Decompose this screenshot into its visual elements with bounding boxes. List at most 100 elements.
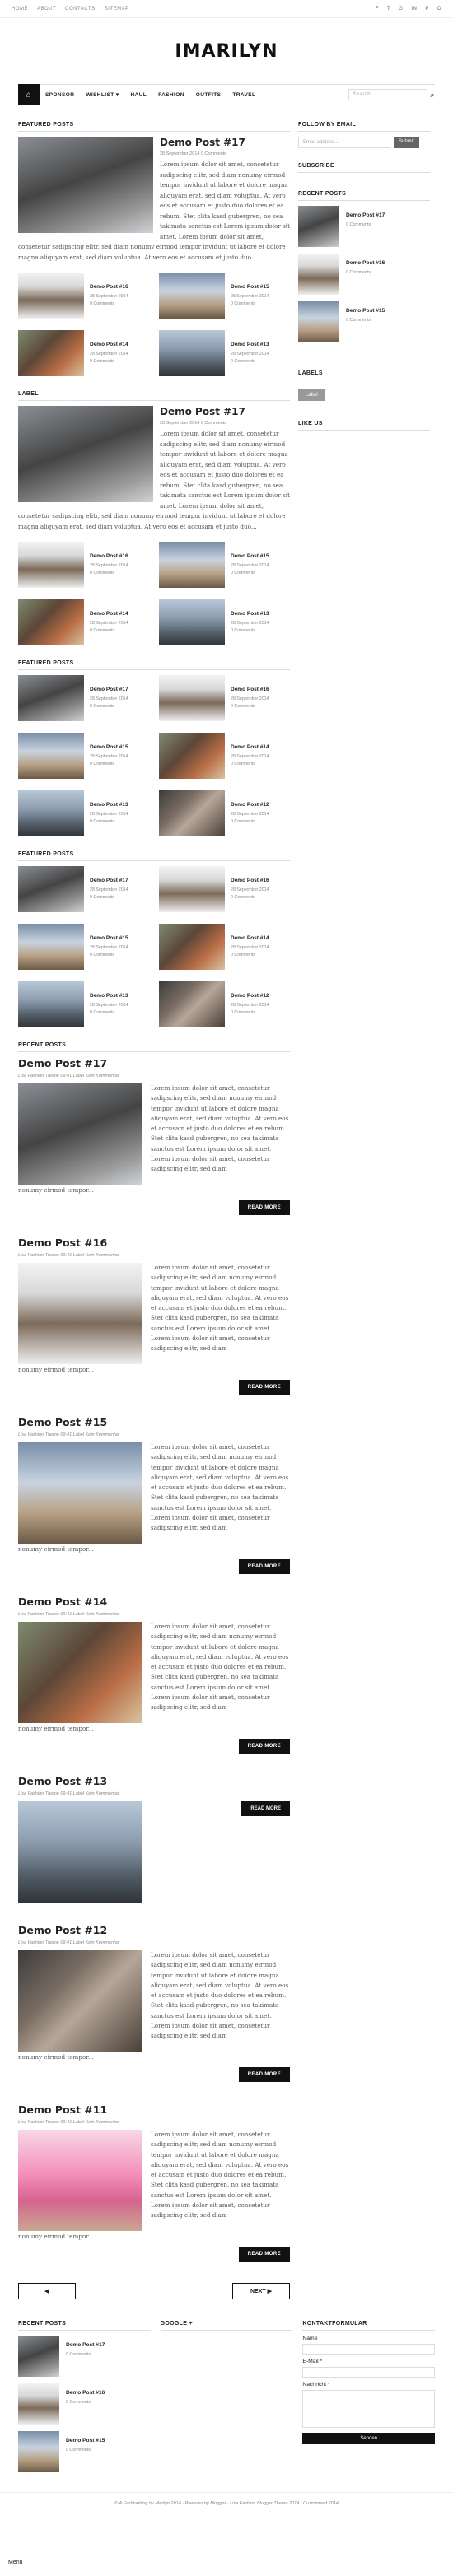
list-item[interactable]: Demo Post #17 0 Comments [298,206,430,247]
thumbnail[interactable] [159,273,225,319]
post-title[interactable]: Demo Post #16 [18,1237,290,1249]
search-input[interactable]: Search [348,89,427,100]
post-title[interactable]: Demo Post #16 [66,2390,105,2396]
search-icon[interactable]: ⌕ [431,91,435,100]
grid-item[interactable]: Demo Post #15 28 September 2014 0 Comments [159,273,290,319]
thumbnail[interactable] [159,542,225,588]
featured-image[interactable] [18,137,153,233]
post-title[interactable]: Demo Post #17 [90,687,128,692]
message-field[interactable] [302,2390,436,2428]
email-field[interactable] [302,2367,436,2378]
post-image[interactable] [18,1801,142,1903]
post-title[interactable]: Demo Post #16 [346,260,385,266]
grid-item[interactable]: Demo Post #12 28 September 2014 0 Comments [159,790,290,836]
prev-page-button[interactable]: ◀ [18,2283,76,2299]
grid-item[interactable]: Demo Post #13 28 September 2014 0 Comments [159,330,290,376]
post-title[interactable]: Demo Post #13 [90,993,128,999]
nav-item-fashion[interactable]: Fashion [152,92,190,98]
thumbnail[interactable] [18,981,84,1027]
post-title[interactable]: Demo Post #13 [18,1775,290,1787]
read-more-button[interactable]: READ MORE [238,1380,290,1395]
list-item[interactable]: Demo Post #15 0 Comments [18,2431,151,2472]
nav-item-haul[interactable]: Haul [124,92,152,98]
site-title[interactable]: IMARILYN [0,18,453,84]
read-more-button[interactable]: READ MORE [238,1200,290,1215]
list-item[interactable]: Demo Post #15 0 Comments [298,301,430,342]
post-image[interactable] [18,1083,142,1185]
nav-item-outfits[interactable]: Outfits [190,92,227,98]
submit-button[interactable]: Submit [394,137,419,148]
nav-item-sponsor[interactable]: Sponsor [40,92,80,98]
post-title[interactable]: Demo Post #17 [66,2342,105,2348]
twitter-icon[interactable]: t [387,7,390,12]
grid-item[interactable]: Demo Post #13 28 September 2014 0 Comments [18,790,149,836]
read-more-button[interactable]: READ MORE [238,2067,290,2082]
thumbnail[interactable] [18,599,84,645]
thumbnail[interactable] [18,675,84,721]
home-icon[interactable]: ⌂ [18,84,40,105]
post-title[interactable]: Demo Post #15 [231,553,269,559]
thumbnail[interactable] [159,790,225,836]
post-title[interactable]: Demo Post #13 [90,802,128,808]
post-title[interactable]: Demo Post #17 [90,878,128,883]
post-title[interactable]: Demo Post #11 [18,2103,290,2116]
grid-item[interactable]: Demo Post #16 28 September 2014 0 Comments [159,675,290,721]
post-title[interactable]: Demo Post #15 [90,935,128,941]
nav-item-travel[interactable]: Travel [226,92,261,98]
post-title[interactable]: Demo Post #14 [231,935,269,941]
post-title[interactable]: Demo Post #17 [18,1057,290,1069]
read-more-button[interactable]: READ MORE [238,2247,290,2262]
thumbnail[interactable] [18,733,84,779]
grid-item[interactable]: Demo Post #14 28 September 2014 0 Comments [18,330,149,376]
post-title[interactable]: Demo Post #17 [346,212,385,218]
email-field[interactable]: Email address... [298,137,390,148]
grid-item[interactable]: Demo Post #13 28 September 2014 0 Comments [159,599,290,645]
grid-item[interactable]: Demo Post #14 28 September 2014 0 Comments [18,599,149,645]
top-link-home[interactable]: Home [12,7,28,12]
other-social-icon[interactable]: o [437,7,441,12]
post-title[interactable]: Demo Post #15 [18,1416,290,1428]
thumbnail[interactable] [18,2336,59,2377]
facebook-icon[interactable]: f [376,7,379,12]
grid-item[interactable]: Demo Post #16 28 September 2014 0 Comments [18,273,149,319]
pinterest-icon[interactable]: p [425,7,429,12]
post-title[interactable]: Demo Post #12 [231,802,269,808]
thumbnail[interactable] [159,866,225,912]
list-item[interactable]: Demo Post #16 0 Comments [18,2383,151,2425]
post-title[interactable]: Demo Post #16 [90,284,128,290]
featured-image[interactable] [18,406,153,502]
thumbnail[interactable] [18,2431,59,2472]
thumbnail[interactable] [18,330,84,376]
thumbnail[interactable] [18,273,84,319]
thumbnail[interactable] [298,254,339,295]
nav-item-wishlist[interactable]: Wishlist ▾ [80,91,124,98]
thumbnail[interactable] [298,206,339,247]
post-title[interactable]: Demo Post #15 [90,744,128,750]
post-title[interactable]: Demo Post #12 [231,993,269,999]
list-item[interactable]: Demo Post #16 0 Comments [298,254,430,295]
label-tag[interactable]: Label [298,389,325,401]
grid-item[interactable]: Demo Post #13 28 September 2014 0 Comments [18,981,149,1027]
send-button[interactable]: Senden [302,2433,436,2444]
post-title[interactable]: Demo Post #14 [18,1595,290,1608]
post-title[interactable]: Demo Post #15 [66,2438,105,2443]
thumbnail[interactable] [159,981,225,1027]
thumbnail[interactable] [159,330,225,376]
post-image[interactable] [18,1622,142,1723]
thumbnail[interactable] [18,2383,59,2425]
read-more-button[interactable]: READ MORE [241,1801,290,1816]
grid-item[interactable]: Demo Post #12 28 September 2014 0 Comments [159,981,290,1027]
thumbnail[interactable] [18,790,84,836]
grid-item[interactable]: Demo Post #16 28 September 2014 0 Comments [159,866,290,912]
read-more-button[interactable]: READ MORE [238,1739,290,1754]
read-more-button[interactable]: READ MORE [238,1559,290,1574]
grid-item[interactable]: Demo Post #15 28 September 2014 0 Comments [159,542,290,588]
grid-item[interactable]: Demo Post #17 28 September 2014 0 Comments [18,866,149,912]
post-title[interactable]: Demo Post #14 [90,342,128,347]
subscribe-heading[interactable]: Subscribe [298,160,430,173]
thumbnail[interactable] [298,301,339,342]
thumbnail[interactable] [18,542,84,588]
post-title[interactable]: Demo Post #12 [18,1924,290,1936]
post-image[interactable] [18,2130,142,2231]
grid-item[interactable]: Demo Post #14 28 September 2014 0 Comments [159,924,290,970]
